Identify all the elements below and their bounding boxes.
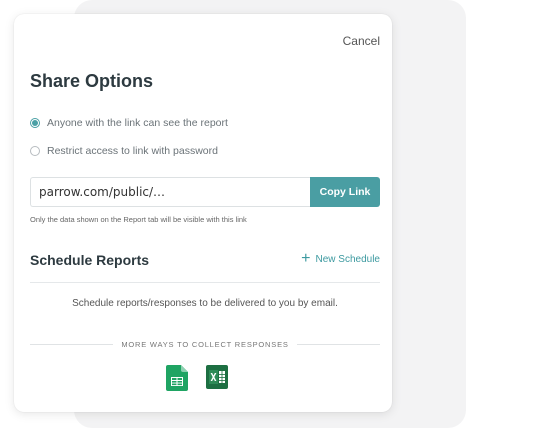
- schedule-description: Schedule reports/responses to be deliver…: [72, 298, 338, 309]
- new-schedule-label: New Schedule: [315, 253, 380, 265]
- google-sheets-icon[interactable]: [166, 365, 188, 396]
- plus-icon: +: [301, 250, 311, 267]
- share-options-modal: Cancel Share Options Anyone with the lin…: [14, 14, 392, 412]
- share-link-row: parrow.com/public/… Copy Link: [30, 177, 380, 207]
- schedule-reports-title: Schedule Reports: [30, 252, 150, 268]
- radio-label: Restrict access to link with password: [47, 145, 218, 157]
- divider-line-left: [30, 344, 114, 345]
- cancel-button[interactable]: Cancel: [343, 34, 380, 48]
- modal-title: Share Options: [30, 71, 154, 91]
- radio-restrict-password[interactable]: Restrict access to link with password: [30, 145, 218, 157]
- radio-button-unchecked[interactable]: [30, 146, 40, 156]
- link-hint-text: Only the data shown on the Report tab wi…: [30, 215, 247, 224]
- new-schedule-button[interactable]: + New Schedule: [301, 250, 380, 267]
- radio-anyone-with-link[interactable]: Anyone with the link can see the report: [30, 117, 228, 129]
- radio-dot: [32, 120, 38, 126]
- schedule-divider: [30, 282, 380, 283]
- radio-label: Anyone with the link can see the report: [47, 117, 228, 129]
- more-ways-heading: MORE WAYS TO COLLECT RESPONSES: [121, 340, 289, 349]
- divider-line-right: [296, 344, 380, 345]
- copy-link-button[interactable]: Copy Link: [310, 177, 380, 207]
- more-ways-divider: MORE WAYS TO COLLECT RESPONSES: [30, 340, 380, 349]
- share-link-input[interactable]: parrow.com/public/…: [30, 177, 310, 207]
- excel-icon[interactable]: [206, 365, 228, 394]
- radio-button-checked[interactable]: [30, 118, 40, 128]
